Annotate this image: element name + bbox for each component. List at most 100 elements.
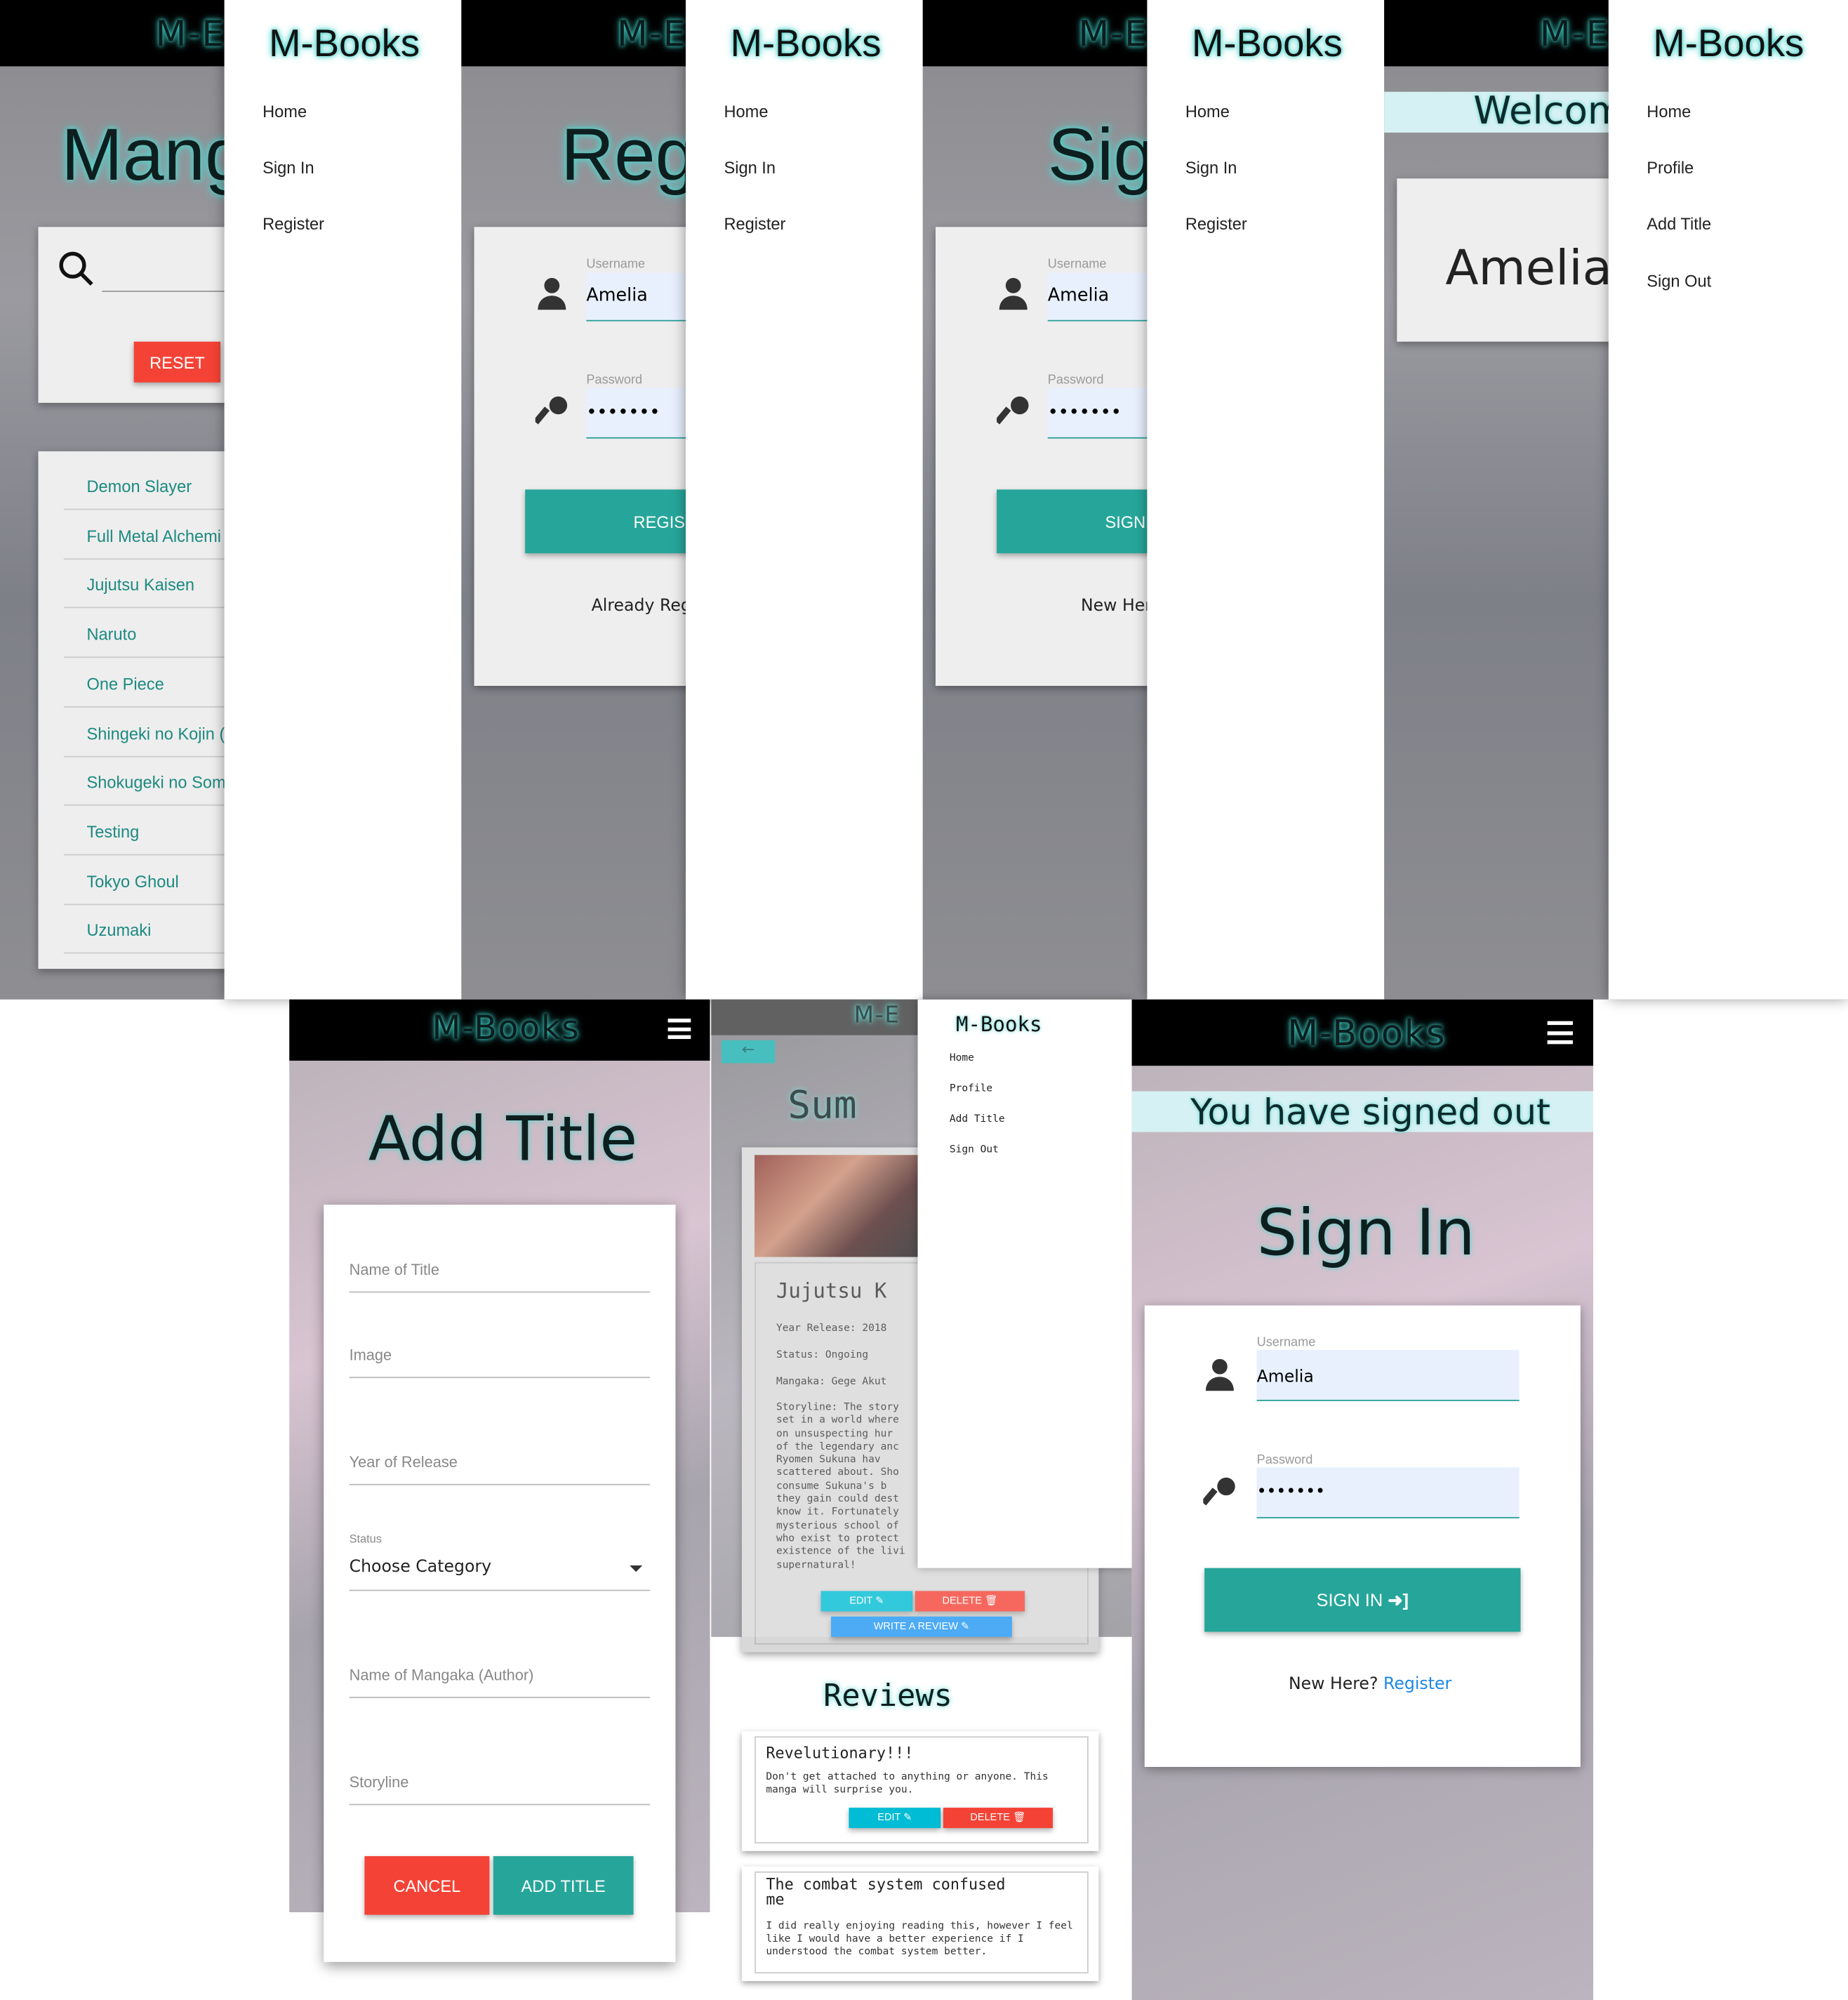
username-label: Username [586,257,646,272]
edit-label: EDIT [877,1811,901,1823]
welcome-text: Welcom [1473,89,1626,134]
status-select[interactable] [349,1589,651,1591]
person-icon [999,277,1028,310]
brand-logo: M-Books [1287,1012,1447,1054]
brand-partial: M-E [155,13,226,55]
drawer-add-title[interactable]: Add Title [950,1113,1005,1124]
name-of-title-input[interactable] [349,1291,651,1293]
drawer-home[interactable]: Home [1647,102,1691,121]
drawer-register[interactable]: Register [724,214,785,233]
page-title: Reg [561,113,697,197]
already-registered-text: Already Regi [591,596,696,616]
key-icon [997,396,1029,425]
register-button[interactable]: REGIS [525,489,704,554]
mangaka-label: Name of Mangaka (Author) [349,1666,534,1684]
password-label: Password [1047,373,1104,388]
brand-partial: M-E [1078,13,1149,55]
username-label: Username [1047,257,1107,272]
review-delete-button[interactable]: DELETE 🗑 [943,1808,1053,1829]
page-title: Add Title [368,1104,638,1176]
drawer-home[interactable]: Home [950,1052,974,1063]
sign-in-button[interactable]: SIGN IN ➜] [1204,1568,1521,1632]
review-card-1: Revelutionary!!! Don't get attached to a… [741,1731,1099,1851]
signin-card: Username Amelia Password ••••••• SIGN IN… [1144,1305,1581,1767]
add-title-card: Name of Title Image Year of Release Stat… [324,1205,676,1962]
mangaka-input[interactable] [349,1697,651,1698]
person-icon [538,277,566,310]
username-value: Amelia [1256,1367,1314,1387]
drawer-title: M-Books [730,22,882,65]
manga-list-item[interactable]: Naruto [63,609,230,658]
key-icon [535,396,568,425]
drawer-home[interactable]: Home [724,102,768,121]
username-value: Amelia [586,285,648,306]
signup-prompt: New Here? Register [1289,1675,1451,1694]
drawer-home[interactable]: Home [1185,102,1230,121]
nav-drawer-5: M-Books Home Profile Add Title Sign Out [917,999,1132,1568]
drawer-sign-out[interactable]: Sign Out [950,1144,999,1155]
add-title-button[interactable]: ADD TITLE [493,1856,634,1915]
storyline-input[interactable] [349,1803,651,1806]
review-edit-button[interactable]: EDIT ✎ [849,1808,941,1829]
password-field[interactable]: ••••••• [1256,1467,1520,1518]
review-title: The combat system confused me [766,1875,1006,1909]
page-title: Sig [1047,113,1155,197]
hamburger-menu-icon[interactable] [1547,1021,1573,1045]
drawer-sign-in[interactable]: Sign In [262,158,314,177]
manga-list-item[interactable]: Uzumaki [63,906,230,954]
username-value: Amelia [1047,285,1110,306]
drawer-register[interactable]: Register [262,214,324,233]
sign-in-button[interactable]: SIGN [997,489,1165,554]
nav-drawer-3: M-Books Home Sign In Register [1147,0,1385,1000]
search-icon[interactable] [58,250,95,288]
image-label: Image [349,1346,392,1365]
signin-card: Username Amelia Password ••••••• SIGN Ne… [935,227,1165,687]
manga-list-item[interactable]: Jujutsu Kaisen [63,560,230,609]
register-link[interactable]: Register [1383,1675,1451,1694]
password-value: ••••••• [1047,402,1122,423]
storyline-label: Storyline [349,1773,409,1792]
cancel-button[interactable]: CANCEL [364,1856,490,1915]
nav-drawer-2: M-Books Home Sign In Register [686,0,923,1000]
brand-logo: M-Books [432,1009,580,1048]
key-icon [1203,1477,1235,1506]
brand-partial: M-E [616,13,687,55]
manga-list-item[interactable]: Shokugeki no Som [63,757,230,807]
profile-card: Amelia' [1397,178,1627,342]
delete-label: DELETE [970,1811,1010,1823]
drawer-sign-in[interactable]: Sign In [724,158,776,177]
manga-list-item[interactable]: Tokyo Ghoul [63,856,230,905]
sign-in-label: SIGN IN [1316,1589,1383,1610]
review-title: Revelutionary!!! [766,1744,914,1762]
year-label: Year of Release [349,1453,458,1471]
username-field[interactable]: Amelia [1256,1350,1520,1401]
name-of-title-label: Name of Title [349,1261,439,1279]
password-value: ••••••• [1256,1483,1326,1502]
brand-partial: M-E [1539,13,1610,55]
signout-notice: You have signed out [1190,1091,1550,1134]
hamburger-menu-icon[interactable] [667,1018,691,1040]
manga-list-item[interactable]: Shingeki no Kojin ( [63,708,230,757]
image-input[interactable] [349,1377,651,1379]
manga-list-item[interactable]: Testing [63,807,230,856]
status-select-value[interactable]: Choose Category [350,1558,492,1577]
review-body: Don't get attached to anything or anyone… [766,1770,1049,1795]
drawer-register[interactable]: Register [1185,214,1247,233]
drawer-profile[interactable]: Profile [950,1082,992,1094]
drawer-profile[interactable]: Profile [1647,158,1694,177]
year-input[interactable] [349,1483,651,1485]
review-card-2: The combat system confused me I did real… [741,1866,1099,1982]
drawer-sign-in[interactable]: Sign In [1185,158,1237,177]
top-bar: M-Books [289,999,710,1061]
reset-button[interactable]: RESET [133,341,221,383]
manga-list-item[interactable]: Demon Slayer [63,461,230,510]
manga-list-item[interactable]: One Piece [63,659,230,708]
profile-name: Amelia' [1445,239,1626,296]
drawer-sign-out[interactable]: Sign Out [1647,272,1711,291]
manga-list-item[interactable]: Full Metal Alchemi [63,511,230,559]
drawer-add-title[interactable]: Add Title [1647,214,1711,233]
password-value: ••••••• [586,402,660,423]
chevron-down-icon[interactable] [630,1565,643,1572]
drawer-home[interactable]: Home [262,102,307,121]
drawer-title: M-Books [269,22,420,65]
